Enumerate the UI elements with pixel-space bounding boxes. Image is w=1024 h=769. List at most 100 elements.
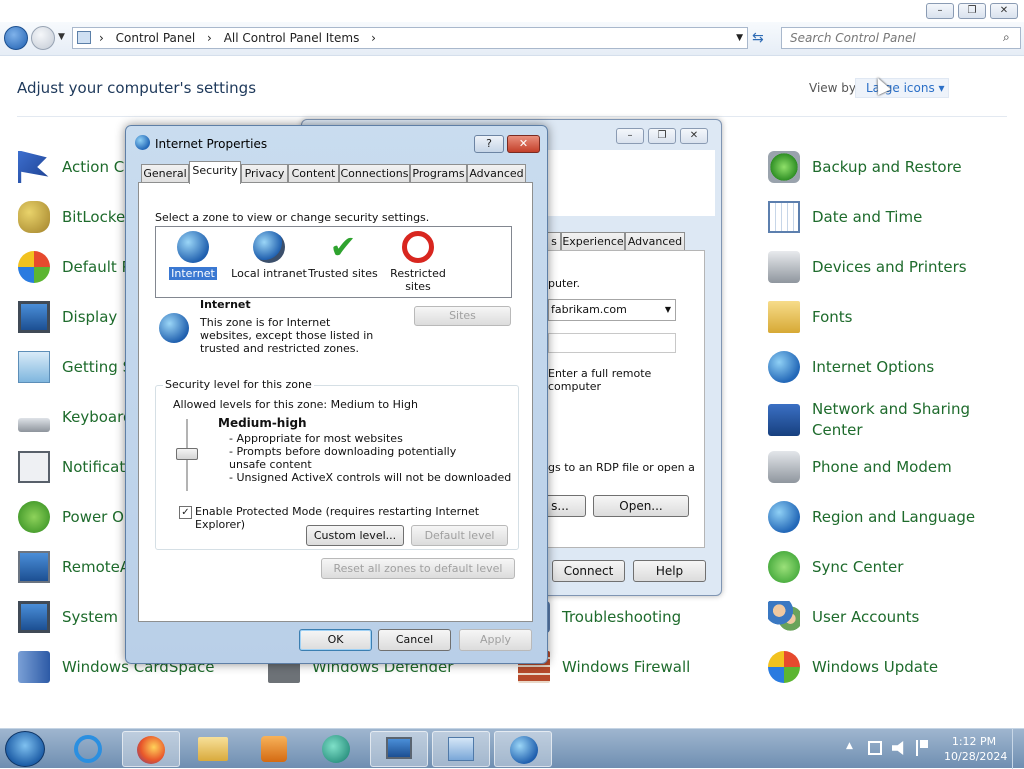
- cp-item-windows-update[interactable]: Windows Update: [768, 649, 938, 685]
- sites-button[interactable]: Sites: [414, 306, 511, 326]
- cp-item-user-accounts[interactable]: User Accounts: [768, 599, 919, 635]
- zone-trusted-sites[interactable]: ✔ Trusted sites: [304, 229, 382, 280]
- rd-close-button[interactable]: ✕: [680, 128, 708, 144]
- tab-security[interactable]: Security: [189, 161, 241, 184]
- cp-item-region-language[interactable]: Region and Language: [768, 499, 975, 535]
- cp-item-phone-modem[interactable]: Phone and Modem: [768, 449, 952, 485]
- tab-content[interactable]: Content: [288, 164, 339, 183]
- start-button[interactable]: [5, 731, 45, 767]
- printer-icon: [768, 251, 800, 283]
- dialog-help-button[interactable]: ?: [474, 135, 504, 153]
- back-button[interactable]: [4, 26, 28, 50]
- recent-pages-chevron-icon[interactable]: ▼: [58, 32, 65, 42]
- address-bar[interactable]: › Control Panel › All Control Panel Item…: [72, 27, 748, 49]
- cp-item-system[interactable]: System: [18, 599, 118, 635]
- cp-item-backup-restore[interactable]: Backup and Restore: [768, 149, 962, 185]
- cp-item-display[interactable]: Display: [18, 299, 117, 335]
- view-by-dropdown[interactable]: Large icons ▾: [855, 78, 949, 98]
- default-programs-icon: [18, 251, 50, 283]
- reset-all-zones-button[interactable]: Reset all zones to default level: [321, 558, 515, 579]
- dialog-close-button[interactable]: ✕: [507, 135, 540, 153]
- rd-tab-advanced[interactable]: Advanced: [625, 232, 685, 251]
- taskbar-clock[interactable]: 1:12 PM 10/28/2024: [944, 734, 1007, 764]
- level-point-3: - Unsigned ActiveX controls will not be …: [229, 471, 512, 484]
- folder-icon: [198, 737, 228, 761]
- close-button[interactable]: ✕: [990, 3, 1018, 19]
- tab-privacy[interactable]: Privacy: [241, 164, 288, 183]
- control-panel-icon: [77, 31, 91, 44]
- address-dropdown-icon[interactable]: ▼: [736, 28, 743, 48]
- notification-area-icon: [18, 451, 50, 483]
- level-point-1: - Appropriate for most websites: [229, 432, 403, 445]
- rd-username-field[interactable]: [548, 333, 676, 353]
- volume-muted-icon[interactable]: [892, 741, 904, 755]
- remote-desktop-icon: [386, 737, 412, 759]
- rd-minimize-button[interactable]: –: [616, 128, 644, 144]
- tab-advanced[interactable]: Advanced: [467, 164, 526, 183]
- tab-connections[interactable]: Connections: [339, 164, 410, 183]
- breadcrumb-control-panel[interactable]: Control Panel: [116, 31, 196, 45]
- control-panel-taskbar-icon: [448, 737, 474, 761]
- minimize-button[interactable]: –: [926, 3, 954, 19]
- page-title: Adjust your computer's settings: [17, 79, 257, 97]
- cp-item-network-sharing[interactable]: Network and Sharing Center: [768, 399, 982, 441]
- ok-button[interactable]: OK: [299, 629, 372, 651]
- show-desktop-button[interactable]: [1012, 729, 1024, 769]
- taskbar-media-player[interactable]: [246, 731, 304, 767]
- tab-general[interactable]: General: [141, 164, 189, 183]
- cp-item-internet-options[interactable]: Internet Options: [768, 349, 934, 385]
- rd-tab-partial[interactable]: s: [547, 232, 561, 251]
- zone-prompt: Select a zone to view or change security…: [155, 211, 430, 224]
- cp-item-devices-printers[interactable]: Devices and Printers: [768, 249, 967, 285]
- combo-arrow-icon: ▼: [664, 305, 671, 314]
- apply-button[interactable]: Apply: [459, 629, 532, 651]
- rd-help-button[interactable]: Help: [633, 560, 706, 582]
- rd-text-computer: puter.: [548, 277, 581, 290]
- taskbar-internet-options[interactable]: [494, 731, 552, 767]
- windows-update-icon: [768, 651, 800, 683]
- cp-item-sync-center[interactable]: Sync Center: [768, 549, 903, 585]
- cp-item-fonts[interactable]: Fonts: [768, 299, 852, 335]
- cancel-button[interactable]: Cancel: [378, 629, 451, 651]
- taskbar-ie[interactable]: [60, 731, 118, 767]
- app-icon: [322, 735, 350, 763]
- network-tray-icon[interactable]: [868, 741, 882, 755]
- users-icon: [768, 601, 800, 633]
- custom-level-button[interactable]: Custom level...: [306, 525, 404, 546]
- taskbar-firefox[interactable]: [122, 731, 180, 767]
- forward-button[interactable]: [31, 26, 55, 50]
- protected-mode-checkbox[interactable]: ✓: [179, 506, 192, 519]
- zone-restricted-sites[interactable]: Restricted sites: [378, 229, 458, 293]
- globe-checklist-icon: [768, 351, 800, 383]
- taskbar-explorer[interactable]: [184, 731, 242, 767]
- taskbar-remote-desktop[interactable]: [370, 731, 428, 767]
- search-input[interactable]: Search Control Panel: [781, 27, 1021, 49]
- rd-connect-button[interactable]: Connect: [552, 560, 625, 582]
- tray-expand-icon[interactable]: ▲: [846, 741, 853, 751]
- maximize-button[interactable]: ❐: [958, 3, 986, 19]
- dialog-title: Internet Properties: [155, 137, 268, 151]
- default-level-button[interactable]: Default level: [411, 525, 508, 546]
- breadcrumb-all-items[interactable]: All Control Panel Items: [224, 31, 360, 45]
- refresh-icon[interactable]: ⇆: [752, 30, 764, 46]
- rd-tab-experience[interactable]: Experience: [561, 232, 625, 251]
- rd-open-button[interactable]: Open...: [593, 495, 689, 517]
- zone-local-intranet[interactable]: Local intranet: [230, 229, 308, 280]
- rd-window-controls: – ❐ ✕: [616, 128, 708, 144]
- tab-programs[interactable]: Programs: [410, 164, 467, 183]
- rd-maximize-button[interactable]: ❐: [648, 128, 676, 144]
- internet-globe-icon: [177, 231, 209, 263]
- allowed-levels: Allowed levels for this zone: Medium to …: [173, 398, 418, 411]
- action-center-flag-icon[interactable]: [916, 740, 928, 756]
- taskbar-app[interactable]: [308, 731, 366, 767]
- navigation-bar: ▼ › Control Panel › All Control Panel It…: [0, 22, 1024, 56]
- taskbar-control-panel[interactable]: [432, 731, 490, 767]
- getting-started-icon: [18, 351, 50, 383]
- cp-item-date-time[interactable]: Date and Time: [768, 199, 922, 235]
- rd-computer-combo[interactable]: fabrikam.com ▼: [548, 299, 676, 321]
- zone-internet[interactable]: Internet: [154, 229, 232, 280]
- cp-item-keyboard[interactable]: Keyboard: [18, 399, 133, 435]
- power-icon: [18, 501, 50, 533]
- security-slider-thumb[interactable]: [176, 448, 198, 460]
- search-icon[interactable]: ⌕: [1003, 30, 1010, 45]
